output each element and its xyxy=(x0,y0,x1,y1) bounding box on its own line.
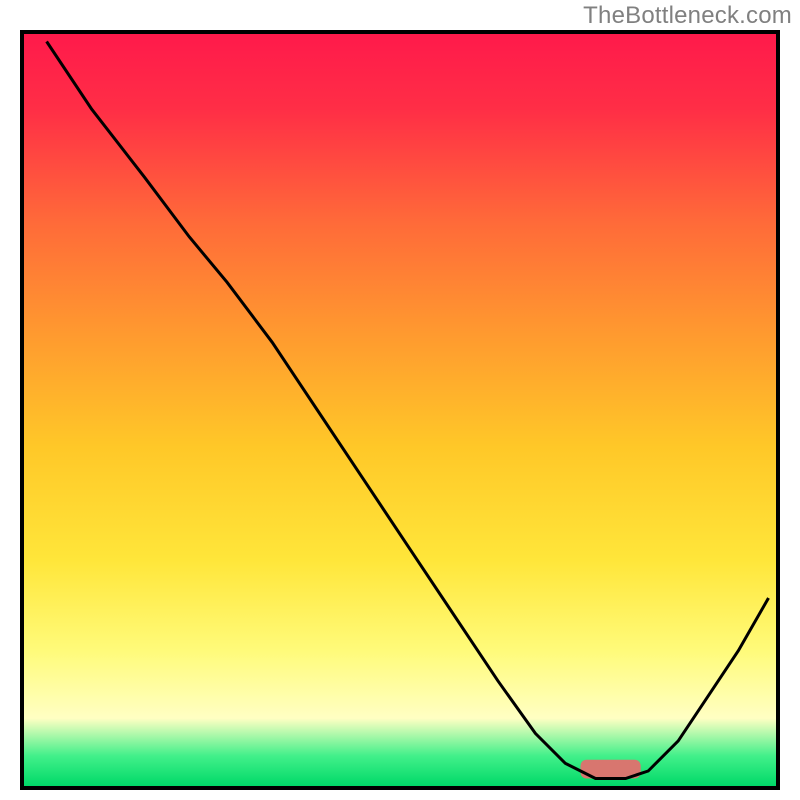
chart-container: TheBottleneck.com xyxy=(0,0,800,800)
plot-area xyxy=(20,30,780,790)
bottleneck-curve xyxy=(47,42,769,779)
watermark-text: TheBottleneck.com xyxy=(583,2,792,30)
curve-layer xyxy=(24,34,776,786)
